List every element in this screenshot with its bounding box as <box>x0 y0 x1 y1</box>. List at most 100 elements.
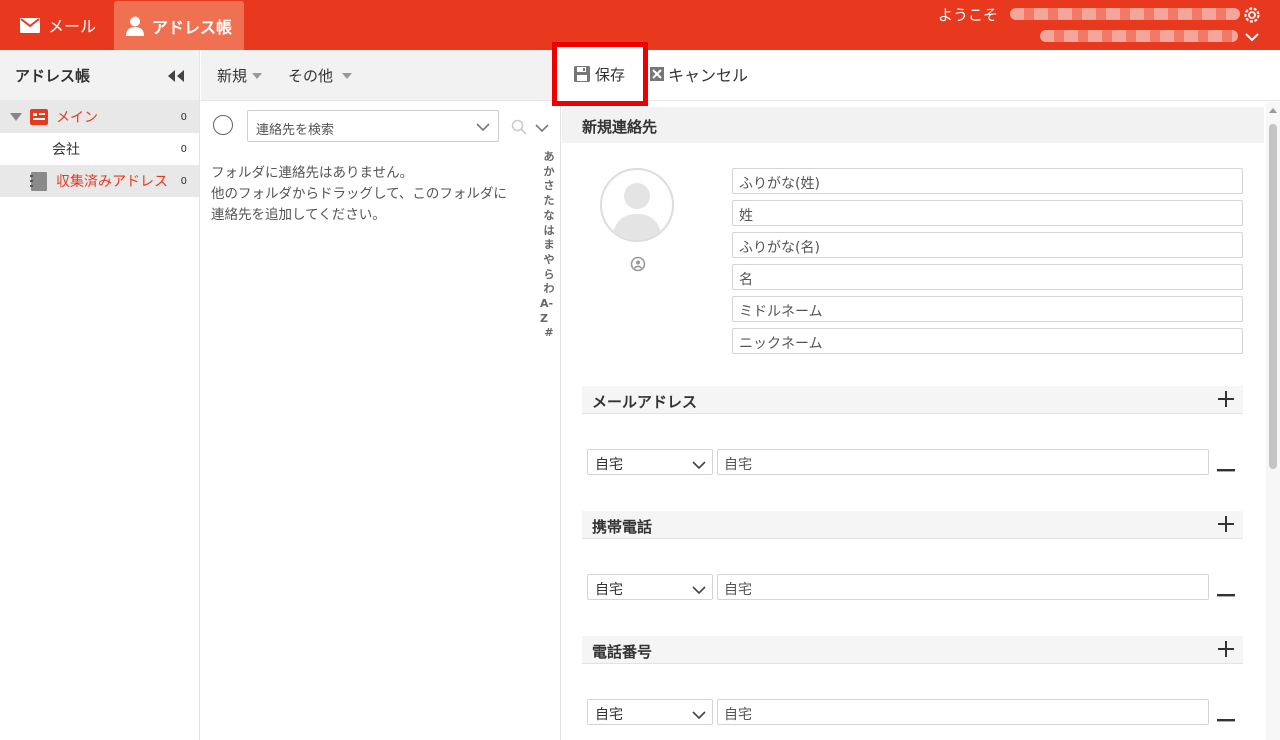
dropdown-arrow-icon <box>342 73 353 79</box>
nickname-field[interactable]: ニックネーム <box>732 328 1243 354</box>
list-toolbar: 新規 その他 <box>201 50 560 101</box>
folder-item-company[interactable]: 会社 0 <box>0 133 199 165</box>
collapse-sidebar-icon[interactable] <box>167 68 185 86</box>
new-menu-button[interactable]: 新規 <box>217 65 263 86</box>
redacted-email <box>1040 30 1238 42</box>
select-all-radio[interactable] <box>213 115 233 135</box>
select-value: 自宅 <box>595 582 623 598</box>
index-ya[interactable]: や <box>544 253 555 268</box>
select-value: 自宅 <box>595 707 623 723</box>
notebook-icon <box>30 171 47 191</box>
index-hash[interactable]: # <box>544 326 553 341</box>
add-mobile-plus-icon[interactable] <box>1217 515 1235 537</box>
scroll-up-arrow-icon[interactable] <box>1269 108 1277 113</box>
add-email-plus-icon[interactable] <box>1217 390 1235 412</box>
surname-field[interactable]: 姓 <box>732 200 1243 226</box>
mobile-section-header: 携帯電話 <box>582 511 1243 539</box>
chevron-down-icon <box>692 708 706 724</box>
chevron-down-icon[interactable] <box>1245 30 1259 46</box>
mobile-type-select[interactable]: 自宅 <box>587 574 713 600</box>
folder-count: 0 <box>180 143 187 155</box>
search-icon[interactable] <box>511 119 527 139</box>
index-ma[interactable]: ま <box>544 238 555 253</box>
contact-form-title: 新規連絡先 <box>562 107 1264 143</box>
dropdown-arrow-icon <box>252 73 263 79</box>
chevron-down-icon <box>692 458 706 474</box>
welcome-text: ようこそ <box>938 6 999 24</box>
search-row: 連絡先を検索 <box>201 110 561 144</box>
mail-tab[interactable]: メール <box>0 0 112 50</box>
section-title: 携帯電話 <box>592 518 653 536</box>
folder-item-main[interactable]: メイン 0 <box>0 101 199 133</box>
kana-given-name-field[interactable]: ふりがな(名) <box>732 232 1243 258</box>
mobile-input[interactable]: 自宅 <box>717 574 1209 600</box>
index-wa[interactable]: わ <box>544 282 555 297</box>
folder-count: 0 <box>180 175 187 187</box>
empty-folder-message: フォルダに連絡先はありません。 他のフォルダからドラッグして、このフォルダに 連… <box>211 163 531 226</box>
given-name-field[interactable]: 名 <box>732 264 1243 290</box>
floppy-disk-icon <box>574 66 590 82</box>
search-placeholder: 連絡先を検索 <box>256 123 335 138</box>
remove-mobile-minus-icon[interactable] <box>1217 585 1235 601</box>
phone-type-select[interactable]: 自宅 <box>587 699 713 725</box>
section-title: 電話番号 <box>592 643 653 661</box>
address-card-icon <box>30 109 48 125</box>
empty-message-line: フォルダに連絡先はありません。 <box>211 165 414 181</box>
kana-surname-field[interactable]: ふりがな(姓) <box>732 168 1243 194</box>
phone-input[interactable]: 自宅 <box>717 699 1209 725</box>
select-value: 自宅 <box>595 457 623 473</box>
person-icon <box>126 16 144 36</box>
change-photo-icon[interactable] <box>630 256 646 276</box>
sidebar-title: アドレス帳 <box>15 66 91 85</box>
contact-list-pane: 新規 その他 連絡先を検索 フォルダに連絡先はありません。 他のフォルダからドラ… <box>201 50 561 740</box>
avatar-placeholder-icon <box>612 183 662 240</box>
address-book-tab-label: アドレス帳 <box>152 17 233 37</box>
kana-index: あ か さ た な は ま や ら わ A-Z # <box>540 150 558 341</box>
chevron-down-icon <box>692 583 706 599</box>
address-book-tab[interactable]: アドレス帳 <box>114 1 244 50</box>
save-button[interactable]: 保存 <box>552 42 648 106</box>
index-sa[interactable]: さ <box>544 179 555 194</box>
scroll-thumb[interactable] <box>1269 124 1277 469</box>
save-label: 保存 <box>595 65 626 84</box>
index-ha[interactable]: は <box>544 224 555 239</box>
folder-label: 収集済みアドレス <box>56 174 168 190</box>
expand-triangle-icon[interactable] <box>10 113 22 121</box>
contact-editor: 新規連絡先 ふりがな(姓) 姓 ふりがな(名) 名 ミドルネーム ニックネーム … <box>562 102 1280 740</box>
avatar[interactable] <box>600 168 674 242</box>
gear-icon[interactable] <box>1243 6 1261 28</box>
redacted-username <box>1010 8 1240 20</box>
mail-tab-label: メール <box>48 17 97 36</box>
section-title: メールアドレス <box>592 393 698 411</box>
add-phone-plus-icon[interactable] <box>1217 640 1235 662</box>
folder-label: 会社 <box>52 142 80 158</box>
index-ka[interactable]: か <box>544 165 555 180</box>
other-menu-button[interactable]: その他 <box>288 65 353 86</box>
folder-label: メイン <box>56 110 98 126</box>
remove-phone-minus-icon[interactable] <box>1217 710 1235 726</box>
index-na[interactable]: な <box>544 209 555 224</box>
sidebar-header: アドレス帳 <box>0 50 199 101</box>
chevron-down-icon[interactable] <box>476 121 490 136</box>
chevron-down-icon[interactable] <box>535 121 549 137</box>
index-ta[interactable]: た <box>544 194 555 209</box>
cancel-button[interactable]: キャンセル <box>650 62 748 86</box>
folder-count: 0 <box>180 111 187 123</box>
close-box-icon <box>650 67 664 81</box>
email-input[interactable]: 自宅 <box>717 449 1209 475</box>
email-section-header: メールアドレス <box>582 386 1243 414</box>
phone-section-header: 電話番号 <box>582 636 1243 664</box>
middle-name-field[interactable]: ミドルネーム <box>732 296 1243 322</box>
envelope-icon <box>20 17 40 33</box>
index-a[interactable]: あ <box>544 150 555 165</box>
index-az[interactable]: A-Z <box>540 297 558 326</box>
empty-message-line: 他のフォルダからドラッグして、このフォルダに <box>211 186 507 202</box>
remove-email-minus-icon[interactable] <box>1217 460 1235 476</box>
search-input[interactable]: 連絡先を検索 <box>247 110 499 142</box>
index-ra[interactable]: ら <box>544 268 555 283</box>
other-menu-label: その他 <box>288 66 334 85</box>
folder-item-collected[interactable]: 収集済みアドレス 0 <box>0 165 199 197</box>
email-type-select[interactable]: 自宅 <box>587 449 713 475</box>
new-menu-label: 新規 <box>217 66 248 85</box>
editor-scrollbar[interactable] <box>1266 102 1280 740</box>
